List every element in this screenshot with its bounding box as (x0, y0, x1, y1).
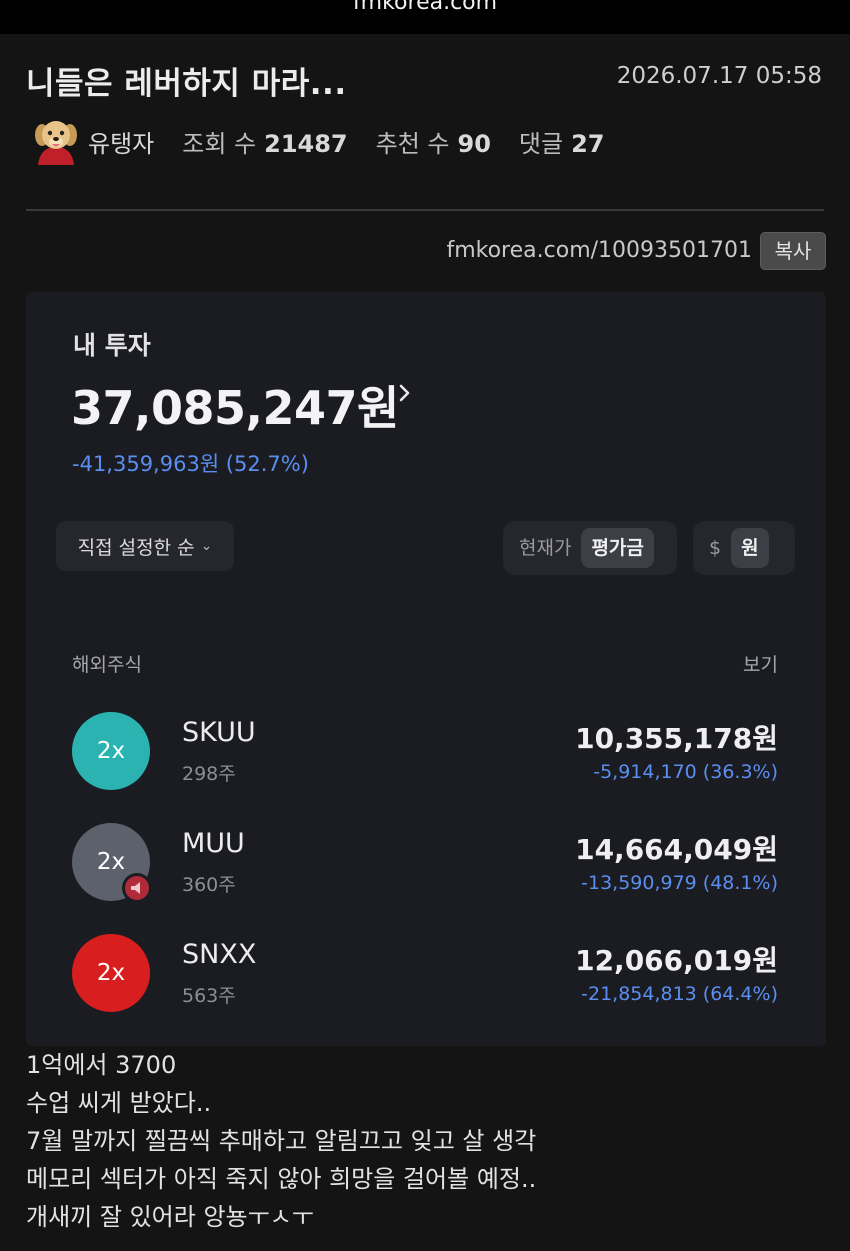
post-datetime: 2026.07.17 05:58 (616, 63, 822, 89)
holding-shares: 563주 (182, 985, 236, 1007)
divider (26, 209, 824, 211)
body-line: 7월 말까지 찔끔씩 추매하고 알림끄고 잊고 살 생각 (26, 1127, 537, 1155)
recommend-label: 추천 수 (375, 129, 450, 158)
holding-amount: 12,066,019원 (575, 944, 778, 977)
browser-url: fmkorea.com (352, 0, 498, 15)
holding-row[interactable]: 2x SKUU 298주 10,355,178원 -5,914,170 (36.… (26, 712, 826, 812)
permalink[interactable]: fmkorea.com/10093501701 (446, 238, 752, 263)
post-title: 니들은 레버하지 마라... (26, 66, 347, 102)
investment-screenshot: 내 투자 37,085,247원 -41,359,963원 (52.7%) 직접… (26, 292, 826, 1046)
post-body: 1억에서 3700 수업 씨게 받았다.. 7월 말까지 찔끔씩 추매하고 알림… (26, 1046, 536, 1236)
holding-row[interactable]: 2x MUU 360주 14,664,049원 -13,590,979 (48.… (26, 823, 826, 923)
browser-address-bar[interactable]: fmkorea.com (0, 0, 850, 34)
toggle-current-price[interactable]: 현재가 (509, 528, 581, 568)
sort-label: 직접 설정한 순 (77, 536, 195, 559)
copy-link-button[interactable]: 복사 (760, 232, 826, 270)
holding-change: -13,590,979 (48.1%) (581, 872, 778, 894)
holding-ticker: SNXX (182, 939, 257, 970)
chevron-down-icon: ⌄ (200, 538, 213, 554)
total-change: -41,359,963원 (52.7%) (72, 452, 309, 476)
holding-amount: 14,664,049원 (575, 833, 778, 866)
toggle-usd[interactable]: $ (699, 528, 731, 568)
toggle-krw[interactable]: 원 (731, 528, 769, 568)
leverage-2x-icon: 2x (72, 934, 150, 1012)
holding-change: -21,854,813 (64.4%) (581, 983, 778, 1005)
total-value[interactable]: 37,085,247원 (71, 372, 399, 438)
alert-badge-icon (122, 873, 152, 903)
views-count: 21487 (264, 129, 348, 158)
body-line: 메모리 섹터가 아직 죽지 않아 희망을 걸어볼 예정.. (26, 1165, 537, 1193)
holding-row[interactable]: 2x SNXX 563주 12,066,019원 -21,854,813 (64… (26, 934, 826, 1034)
body-line: 1억에서 3700 (26, 1051, 177, 1079)
post-meta: 유탱자 조회 수 21487 추천 수 90 댓글 27 (30, 116, 632, 166)
body-line: 수업 씨게 받았다.. (26, 1089, 212, 1117)
views-stat: 조회 수 21487 (182, 124, 347, 159)
author-name[interactable]: 유탱자 (88, 124, 154, 159)
holding-ticker: SKUU (182, 717, 256, 748)
holding-ticker: MUU (182, 828, 245, 859)
sort-dropdown[interactable]: 직접 설정한 순 ⌄ (56, 521, 234, 571)
price-type-toggle[interactable]: 현재가 평가금 (503, 521, 677, 575)
holding-shares: 298주 (182, 763, 236, 785)
overseas-stocks-label: 해외주식 (72, 654, 142, 676)
body-line: 개새끼 잘 있어라 앙뇽ㅜㅅㅜ (26, 1203, 314, 1231)
holding-change: -5,914,170 (36.3%) (593, 761, 778, 783)
chevron-right-icon[interactable] (396, 384, 414, 402)
avatar[interactable] (30, 115, 82, 167)
leverage-2x-icon: 2x (72, 712, 150, 790)
holding-amount: 10,355,178원 (575, 722, 778, 755)
currency-toggle[interactable]: $ 원 (693, 521, 795, 575)
view-button[interactable]: 보기 (743, 650, 778, 677)
recommend-stat: 추천 수 90 (376, 124, 491, 159)
comments-stat[interactable]: 댓글 27 (519, 124, 605, 159)
comments-label: 댓글 (518, 129, 564, 158)
holding-shares: 360주 (182, 874, 236, 896)
puppy-avatar-icon (35, 121, 77, 165)
my-investment-label: 내 투자 (73, 331, 151, 360)
toggle-valuation[interactable]: 평가금 (581, 528, 654, 568)
recommend-count: 90 (457, 129, 491, 158)
comments-count: 27 (571, 129, 605, 158)
views-label: 조회 수 (182, 129, 257, 158)
